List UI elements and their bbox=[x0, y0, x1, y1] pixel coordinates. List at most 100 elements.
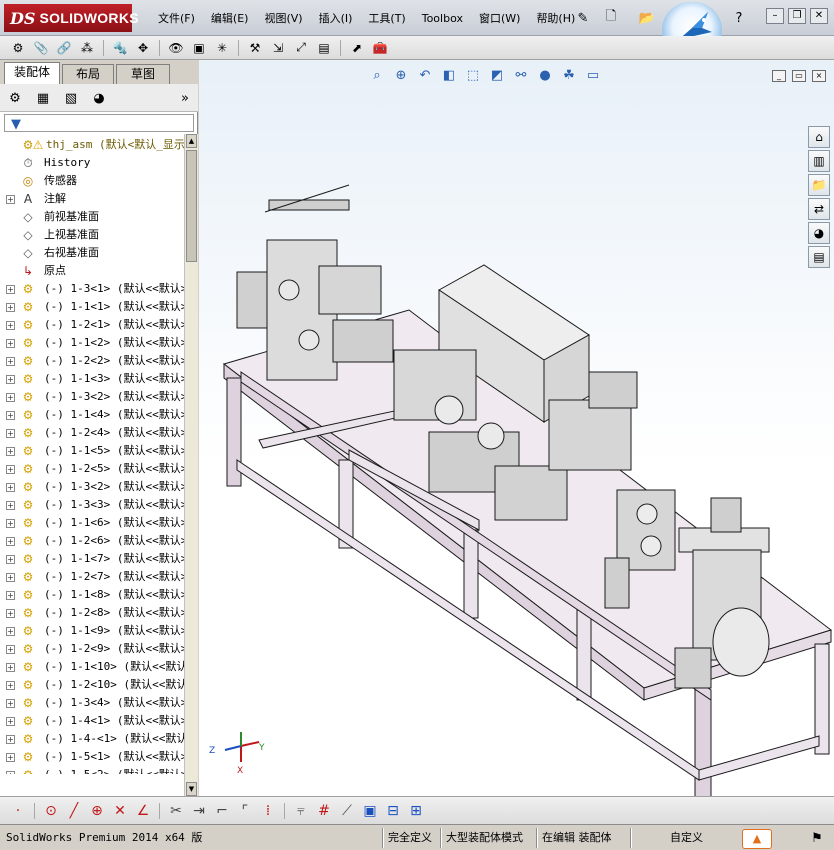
expand-toggle[interactable]: + bbox=[6, 645, 15, 654]
tree-item[interactable]: ◇ 右视基准面 bbox=[0, 244, 184, 262]
tree-item[interactable]: + A 注解 bbox=[0, 190, 184, 208]
rebuild-icon[interactable]: ⚑ bbox=[808, 829, 826, 847]
tree-item[interactable]: ◇ 上视基准面 bbox=[0, 226, 184, 244]
expand-toggle[interactable]: + bbox=[6, 573, 15, 582]
intersection-icon[interactable]: ✕ bbox=[110, 802, 130, 820]
notification-icon[interactable]: ▲ bbox=[742, 829, 772, 849]
expand-toggle[interactable]: + bbox=[6, 699, 15, 708]
expand-toggle[interactable]: + bbox=[6, 195, 15, 204]
expand-toggle[interactable]: + bbox=[6, 735, 15, 744]
dimension-icon[interactable]: ⁞ bbox=[258, 802, 278, 820]
reference-geometry-icon[interactable]: ✳ bbox=[212, 39, 232, 57]
open-folder-icon[interactable]: 📂 bbox=[638, 9, 656, 27]
scroll-down-icon[interactable]: ▼ bbox=[186, 782, 197, 796]
expand-toggle[interactable]: + bbox=[6, 501, 15, 510]
tree-item[interactable]: + ⚙ (-) 1-1<5> (默认<<默认> bbox=[0, 442, 184, 460]
angle-icon[interactable]: ∠ bbox=[133, 802, 153, 820]
expand-toggle[interactable]: + bbox=[6, 627, 15, 636]
expand-toggle[interactable]: + bbox=[6, 663, 15, 672]
expand-toggle[interactable]: + bbox=[6, 375, 15, 384]
display-manager-icon[interactable]: ◕ bbox=[90, 89, 108, 107]
tree-item[interactable]: + ⚙ (-) 1-2<6> (默认<<默认> bbox=[0, 532, 184, 550]
split-view-icon[interactable]: ⊟ bbox=[383, 802, 403, 820]
corner-icon[interactable]: ⌜ bbox=[235, 802, 255, 820]
expand-toggle[interactable]: + bbox=[6, 609, 15, 618]
tree-item[interactable]: ◇ 前视基准面 bbox=[0, 208, 184, 226]
menu-item-3[interactable]: 插入(I) bbox=[311, 10, 361, 28]
view-cube-icon[interactable]: ▣ bbox=[360, 802, 380, 820]
tree-item[interactable]: + ⚙ (-) 1-2<8> (默认<<默认> bbox=[0, 604, 184, 622]
instant3d-icon[interactable]: ⬈ bbox=[347, 39, 367, 57]
tree-item[interactable]: ⏱ History bbox=[0, 154, 184, 172]
property-manager-icon[interactable]: ▦ bbox=[34, 89, 52, 107]
tree-item[interactable]: + ⚙ (-) 1-3<2> (默认<<默认> bbox=[0, 388, 184, 406]
tree-item[interactable]: + ⚙ (-) 1-4<1> (默认<<默认> bbox=[0, 712, 184, 730]
tree-item[interactable]: ↳ 原点 bbox=[0, 262, 184, 280]
tree-item[interactable]: + ⚙ (-) 1-4-<1> (默认<<默认 bbox=[0, 730, 184, 748]
minimize-button[interactable]: – bbox=[766, 8, 784, 24]
tree-root[interactable]: ⚙ ⚠ thj_asm (默认<默认_显示 bbox=[0, 136, 184, 154]
tree-item[interactable]: + ⚙ (-) 1-3<2> (默认<<默认> bbox=[0, 478, 184, 496]
menu-item-6[interactable]: 窗口(W) bbox=[471, 10, 528, 28]
menu-item-0[interactable]: 文件(F) bbox=[150, 10, 203, 28]
expand-toggle[interactable]: + bbox=[6, 555, 15, 564]
align-icon[interactable]: ⫧ bbox=[291, 802, 311, 820]
tree-item[interactable]: + ⚙ (-) 1-3<1> (默认<<默认> bbox=[0, 280, 184, 298]
grid-icon[interactable]: # bbox=[314, 802, 334, 820]
tree-item[interactable]: + ⚙ (-) 1-1<4> (默认<<默认> bbox=[0, 406, 184, 424]
tree-item[interactable]: + ⚙ (-) 1-2<1> (默认<<默认> bbox=[0, 316, 184, 334]
interference-icon[interactable]: ⚒ bbox=[245, 39, 265, 57]
tree-item[interactable]: + ⚙ (-) 1-2<4> (默认<<默认> bbox=[0, 424, 184, 442]
graphics-area[interactable]: ⌕ ⊕ ↶ ◧ ⬚ ◩ ⚯ ● ☘ ▭ _ ▭ × ⌂ ▥ 📁 ⇄ ◕ ▤ Z … bbox=[199, 60, 834, 796]
expand-toggle[interactable]: + bbox=[6, 429, 15, 438]
expand-panel-icon[interactable]: » bbox=[176, 89, 194, 107]
expand-toggle[interactable]: + bbox=[6, 465, 15, 474]
expand-toggle[interactable]: + bbox=[6, 717, 15, 726]
move-component-icon[interactable]: ✥ bbox=[133, 39, 153, 57]
tree-item[interactable]: + ⚙ (-) 1-1<2> (默认<<默认> bbox=[0, 334, 184, 352]
expand-toggle[interactable]: + bbox=[6, 411, 15, 420]
bill-of-materials-icon[interactable]: ▤ bbox=[314, 39, 334, 57]
tree-item[interactable]: + ⚙ (-) 1-2<9> (默认<<默认> bbox=[0, 640, 184, 658]
tree-item[interactable]: + ⚙ (-) 1-1<3> (默认<<默认> bbox=[0, 370, 184, 388]
tree-item[interactable]: + ⚙ (-) 1-2<7> (默认<<默认> bbox=[0, 568, 184, 586]
menu-item-1[interactable]: 编辑(E) bbox=[203, 10, 257, 28]
menu-item-2[interactable]: 视图(V) bbox=[256, 10, 310, 28]
expand-toggle[interactable]: + bbox=[6, 357, 15, 366]
tree-item[interactable]: + ⚙ (-) 1-1<1> (默认<<默认> bbox=[0, 298, 184, 316]
expand-toggle[interactable]: + bbox=[6, 321, 15, 330]
expand-toggle[interactable]: + bbox=[6, 519, 15, 528]
expand-toggle[interactable]: + bbox=[6, 537, 15, 546]
tree-item[interactable]: + ⚙ (-) 1-3<4> (默认<<默认> bbox=[0, 694, 184, 712]
tree-item[interactable]: + ⚙ (-) 1-1<10> (默认<<默认 bbox=[0, 658, 184, 676]
help-icon[interactable]: ? bbox=[730, 9, 748, 27]
tab-sketch[interactable]: 草图 bbox=[116, 64, 170, 84]
mate-icon[interactable]: 📎 bbox=[31, 39, 51, 57]
smart-fastener-icon[interactable]: 🔩 bbox=[110, 39, 130, 57]
expand-toggle[interactable]: + bbox=[6, 303, 15, 312]
quad-view-icon[interactable]: ⊞ bbox=[406, 802, 426, 820]
pin-icon[interactable]: ✎ bbox=[574, 9, 592, 27]
offset-icon[interactable]: ⌐ bbox=[212, 802, 232, 820]
tree-item[interactable]: + ⚙ (-) 1-2<5> (默认<<默认> bbox=[0, 460, 184, 478]
relation-icon[interactable]: ⟋ bbox=[337, 802, 357, 820]
explode-line-icon[interactable]: ⤢ bbox=[291, 39, 311, 57]
tree-item[interactable]: + ⚙ (-) 1-3<3> (默认<<默认> bbox=[0, 496, 184, 514]
tree-scrollbar[interactable]: ▲ ▼ bbox=[184, 134, 198, 796]
tree-item[interactable]: ◎ 传感器 bbox=[0, 172, 184, 190]
solidworks-logo[interactable]: DS SOLIDWORKS bbox=[4, 4, 139, 32]
expand-toggle[interactable]: + bbox=[6, 483, 15, 492]
tree-item[interactable]: + ⚙ (-) 1-1<9> (默认<<默认> bbox=[0, 622, 184, 640]
scroll-up-icon[interactable]: ▲ bbox=[186, 134, 197, 148]
tree-item[interactable]: + ⚙ (-) 1-1<8> (默认<<默认> bbox=[0, 586, 184, 604]
expand-toggle[interactable]: + bbox=[6, 393, 15, 402]
status-units[interactable]: 自定义 bbox=[670, 829, 703, 847]
tree-item[interactable]: + ⚙ (-) 1-1<7> (默认<<默认> bbox=[0, 550, 184, 568]
tab-assembly[interactable]: 装配体 bbox=[4, 62, 60, 84]
expand-toggle[interactable]: + bbox=[6, 771, 15, 774]
expand-toggle[interactable]: + bbox=[6, 591, 15, 600]
scroll-thumb[interactable] bbox=[186, 150, 197, 262]
menu-item-4[interactable]: 工具(T) bbox=[360, 10, 413, 28]
expand-toggle[interactable]: + bbox=[6, 447, 15, 456]
point-icon[interactable]: · bbox=[8, 802, 28, 820]
